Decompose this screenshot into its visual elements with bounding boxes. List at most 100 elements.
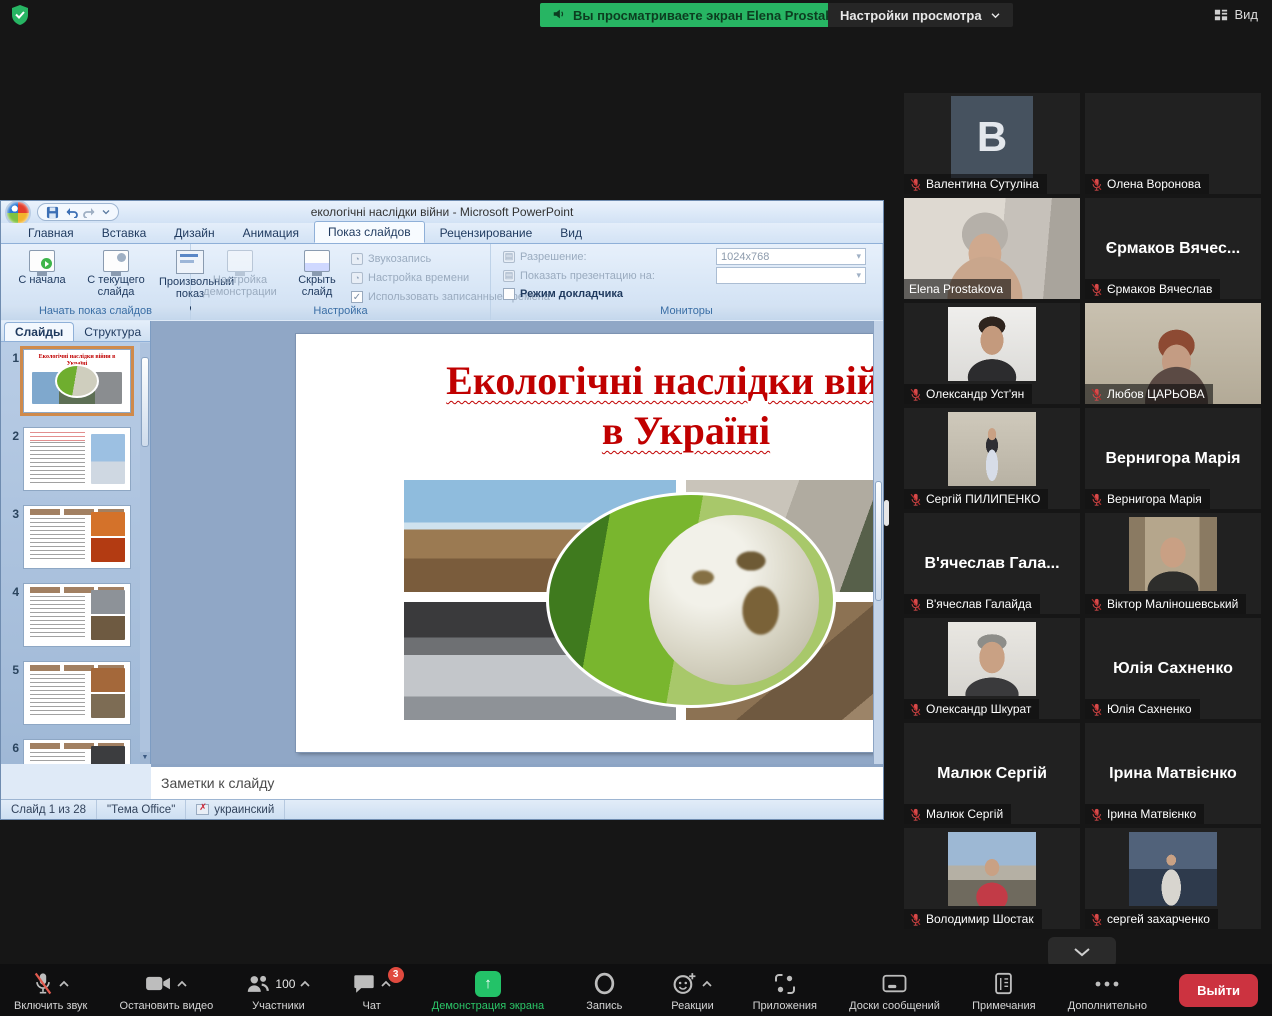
- chevron-up-icon[interactable]: [701, 980, 713, 988]
- participant-tile[interactable]: Олександр Уст'ян: [904, 303, 1080, 404]
- notes-button[interactable]: Примечания: [972, 969, 1036, 1012]
- ribbon-tab-вставка[interactable]: Вставка: [89, 223, 160, 243]
- participants-icon-row: 100: [245, 969, 311, 999]
- ribbon-tab-дизайн[interactable]: Дизайн: [161, 223, 227, 243]
- participant-name: Elena Prostakova: [909, 282, 1003, 296]
- participant-tile[interactable]: сергей захарченко: [1085, 828, 1261, 929]
- participant-tile[interactable]: BВалентина Сутуліна: [904, 93, 1080, 194]
- thumbnail-photo: [91, 746, 125, 764]
- participant-tile[interactable]: Володимир Шостак: [904, 828, 1080, 929]
- toolbar-item-label: Дополнительно: [1068, 1000, 1147, 1012]
- slide-thumbnail[interactable]: 3: [5, 505, 140, 569]
- resolution-combobox[interactable]: 1024x768▾: [716, 248, 866, 265]
- slide-thumbnail[interactable]: 4: [5, 583, 140, 647]
- video-icon-row: [145, 969, 188, 999]
- mute-button[interactable]: Включить звук: [14, 969, 87, 1012]
- slide-thumbnail[interactable]: 2: [5, 427, 140, 491]
- show-on-combobox[interactable]: ▾: [716, 267, 866, 284]
- participant-name: Любов ЦАРЬОВА: [1107, 387, 1205, 401]
- participants-button[interactable]: 100Участники: [245, 969, 311, 1012]
- participant-tile[interactable]: В'ячеслав Гала...В'ячеслав Галайда: [904, 513, 1080, 614]
- tab-outline[interactable]: Структура: [74, 323, 151, 341]
- participant-tile[interactable]: Єрмаков Вячес...Єрмаков Вячеслав: [1085, 198, 1261, 299]
- participant-tile[interactable]: Олена Воронова: [1085, 93, 1261, 194]
- security-shield-icon[interactable]: [10, 4, 30, 31]
- notes-placeholder: Заметки к слайду: [161, 775, 274, 791]
- save-icon[interactable]: [46, 206, 59, 219]
- chevron-up-icon[interactable]: [299, 980, 311, 988]
- reactions-icon-row: [672, 969, 713, 999]
- ribbon-button[interactable]: Скрыть слайд: [291, 248, 343, 300]
- panel-resize-handle[interactable]: [884, 500, 889, 526]
- mic-muted-icon: [909, 913, 922, 926]
- participant-tile[interactable]: Олександр Шкурат: [904, 618, 1080, 719]
- presenter-label: Режим докладчика: [520, 288, 623, 300]
- toolbar-item-label: Запись: [586, 1000, 622, 1012]
- whiteboard-button[interactable]: Доски сообщений: [849, 969, 940, 1012]
- leave-button[interactable]: Выйти: [1179, 974, 1258, 1007]
- more-participants-button[interactable]: [1048, 937, 1116, 967]
- mute-icon: [32, 971, 54, 996]
- thumbnail-preview: [23, 427, 131, 491]
- ribbon-button[interactable]: С текущего слайда: [81, 248, 151, 300]
- chat-button[interactable]: 3Чат: [344, 969, 400, 1012]
- pane-scroll-down-icon[interactable]: ▼: [140, 752, 150, 764]
- undo-icon[interactable]: [64, 206, 78, 218]
- ribbon-tab-главная[interactable]: Главная: [15, 223, 87, 243]
- notes-area[interactable]: Заметки к слайду: [151, 764, 883, 799]
- slide-thumbnail[interactable]: 1Екологічні наслідки війни в Україні: [5, 349, 140, 413]
- participant-name-label: Вернигора Марія: [1085, 489, 1210, 509]
- participant-tile[interactable]: Любов ЦАРЬОВА: [1085, 303, 1261, 404]
- mic-muted-icon: [1090, 388, 1103, 401]
- slide-title: Екологічні наслідки війни в Україні: [296, 356, 883, 456]
- participant-name-label: Юлія Сахненко: [1085, 699, 1200, 719]
- status-language[interactable]: украинский: [186, 800, 285, 819]
- participant-tile[interactable]: Elena Prostakova: [904, 198, 1080, 299]
- apps-button[interactable]: Приложения: [753, 969, 817, 1012]
- participant-tile[interactable]: Вернигора МаріяВернигора Марія: [1085, 408, 1261, 509]
- redo-icon[interactable]: [83, 206, 97, 218]
- thumbnail-photo: [91, 434, 125, 484]
- reactions-button[interactable]: Реакции: [664, 969, 720, 1012]
- thumbnail-text-lines: [30, 596, 85, 640]
- record-button[interactable]: Запись: [576, 969, 632, 1012]
- more-button[interactable]: Дополнительно: [1068, 969, 1147, 1012]
- tab-slides[interactable]: Слайды: [4, 322, 74, 341]
- view-layout-button[interactable]: Вид: [1208, 4, 1264, 25]
- slide-thumbnail[interactable]: 6: [5, 739, 140, 764]
- view-settings-button[interactable]: Настройки просмотра: [828, 3, 1013, 27]
- ribbon-tab-рецензирование[interactable]: Рецензирование: [427, 223, 546, 243]
- chevron-down-icon: [990, 12, 1001, 19]
- participant-tile[interactable]: Юлія СахненкоЮлія Сахненко: [1085, 618, 1261, 719]
- chat-icon: [352, 972, 376, 995]
- record-icon: [592, 971, 617, 996]
- thumbnail-text-lines: [30, 434, 85, 484]
- participant-tile[interactable]: Сергій ПИЛИПЕНКО: [904, 408, 1080, 509]
- ribbon-button[interactable]: С начала: [7, 248, 77, 288]
- participant-tile[interactable]: Ірина МатвієнкоІрина Матвієнко: [1085, 723, 1261, 824]
- ribbon-tab-анимация[interactable]: Анимация: [230, 223, 312, 243]
- resolution-label: Разрешение:: [520, 251, 587, 263]
- participant-tile[interactable]: Малюк СергійМалюк Сергій: [904, 723, 1080, 824]
- ribbon-tab-вид[interactable]: Вид: [547, 223, 595, 243]
- ribbon-tab-показ-слайдов[interactable]: Показ слайдов: [314, 221, 425, 243]
- chevron-up-icon[interactable]: [58, 980, 70, 988]
- monitors-row-resolution: ▤Разрешение:1024x768▾: [503, 248, 876, 265]
- qat-dropdown-icon[interactable]: [102, 209, 110, 215]
- presenter-checkbox[interactable]: [503, 288, 515, 300]
- mic-muted-icon: [1090, 913, 1103, 926]
- participant-name-label: Віктор Маліношевський: [1085, 594, 1246, 614]
- ribbon-group-setup: Настройка демонстрацииСкрыть слайд◔Звуко…: [191, 244, 491, 320]
- share-button[interactable]: ↑Демонстрация экрана: [432, 969, 544, 1012]
- chevron-up-icon[interactable]: [176, 980, 188, 988]
- slide-canvas[interactable]: Екологічні наслідки війни в Україні: [296, 334, 883, 752]
- participant-tile[interactable]: Віктор Маліношевський: [1085, 513, 1261, 614]
- video-button[interactable]: Остановить видео: [120, 969, 214, 1012]
- whiteboard-icon: [881, 973, 908, 995]
- slide-vertical-scrollbar[interactable]: [873, 321, 883, 764]
- thumbnail-number: 6: [5, 739, 19, 764]
- view-button-label: Вид: [1234, 7, 1258, 22]
- mic-muted-icon: [1090, 703, 1103, 716]
- slide-thumbnail[interactable]: 5: [5, 661, 140, 725]
- pane-scrollbar[interactable]: [140, 343, 150, 764]
